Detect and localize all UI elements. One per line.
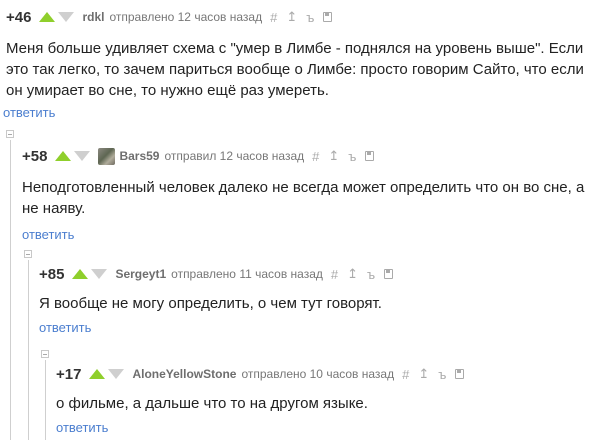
tree-icon[interactable]: ъ bbox=[438, 367, 446, 382]
comment-author[interactable]: rdkl bbox=[82, 10, 104, 24]
tree-icon[interactable]: ъ bbox=[367, 267, 375, 282]
downvote-icon[interactable] bbox=[108, 369, 125, 379]
reply-link[interactable]: ответить bbox=[3, 105, 596, 120]
comment-author[interactable]: Bars59 bbox=[119, 149, 159, 163]
comment-header: +85 Sergeyt1 отправлено 11 часов назад #… bbox=[39, 263, 594, 285]
comment-header: +46 rdkl отправлено 12 часов назад # ↥ ъ bbox=[6, 6, 596, 28]
comment-text: Неподготовленный человек далеко не всегд… bbox=[22, 179, 585, 217]
thread-line bbox=[10, 140, 11, 440]
comment-header: +17 AloneYellowStone отправлено 10 часов… bbox=[56, 363, 596, 385]
pin-icon[interactable]: ↥ bbox=[286, 9, 297, 25]
comment-header: +58 Bars59 отправил 12 часов назад # ↥ ъ bbox=[22, 145, 592, 167]
tree-icon[interactable]: ъ bbox=[306, 10, 314, 25]
downvote-icon[interactable] bbox=[74, 151, 91, 161]
downvote-icon[interactable] bbox=[91, 269, 108, 279]
collapse-icon[interactable] bbox=[41, 350, 49, 358]
comment-rating: +17 bbox=[56, 365, 82, 383]
upvote-icon[interactable] bbox=[39, 12, 56, 22]
upvote-icon[interactable] bbox=[72, 269, 89, 279]
comment-time: отправлено 12 часов назад bbox=[109, 10, 263, 24]
upvote-icon[interactable] bbox=[55, 151, 72, 161]
reply-link[interactable]: ответить bbox=[22, 227, 592, 242]
comment-text: о фильме, а дальше что то на другом язык… bbox=[56, 395, 368, 412]
comment-rating: +58 bbox=[22, 147, 48, 165]
hash-icon[interactable]: # bbox=[331, 267, 338, 282]
comment-rating: +85 bbox=[39, 265, 65, 283]
pin-icon[interactable]: ↥ bbox=[347, 266, 358, 282]
hash-icon[interactable]: # bbox=[312, 149, 319, 164]
comment-time: отправил 12 часов назад bbox=[164, 149, 305, 163]
comment-4: +17 AloneYellowStone отправлено 10 часов… bbox=[56, 363, 596, 435]
pin-icon[interactable]: ↥ bbox=[328, 148, 339, 164]
thread-line bbox=[45, 360, 46, 440]
save-icon[interactable] bbox=[384, 269, 394, 279]
hash-icon[interactable]: # bbox=[402, 367, 409, 382]
collapse-icon[interactable] bbox=[24, 250, 32, 258]
collapse-icon[interactable] bbox=[6, 130, 14, 138]
comment-text: Меня больше удивляет схема с "умер в Лим… bbox=[6, 40, 584, 99]
upvote-icon[interactable] bbox=[89, 369, 106, 379]
pin-icon[interactable]: ↥ bbox=[418, 366, 429, 382]
comment-time: отправлено 10 часов назад bbox=[241, 367, 395, 381]
comment-1: +46 rdkl отправлено 12 часов назад # ↥ ъ… bbox=[3, 6, 596, 121]
comment-2: +58 Bars59 отправил 12 часов назад # ↥ ъ… bbox=[22, 145, 592, 242]
reply-link[interactable]: ответить bbox=[39, 320, 594, 335]
thread-line bbox=[28, 260, 29, 440]
avatar[interactable] bbox=[98, 147, 116, 165]
comment-3: +85 Sergeyt1 отправлено 11 часов назад #… bbox=[39, 263, 594, 335]
comment-author[interactable]: AloneYellowStone bbox=[132, 367, 236, 381]
tree-icon[interactable]: ъ bbox=[348, 149, 356, 164]
reply-link[interactable]: ответить bbox=[56, 420, 596, 435]
save-icon[interactable] bbox=[365, 151, 375, 161]
save-icon[interactable] bbox=[323, 12, 333, 22]
downvote-icon[interactable] bbox=[58, 12, 75, 22]
hash-icon[interactable]: # bbox=[270, 10, 277, 25]
comment-text: Я вообще не могу определить, о чем тут г… bbox=[39, 295, 382, 312]
comment-time: отправлено 11 часов назад bbox=[171, 267, 323, 281]
comment-rating: +46 bbox=[6, 8, 32, 26]
comment-author[interactable]: Sergeyt1 bbox=[115, 267, 166, 281]
save-icon[interactable] bbox=[455, 369, 465, 379]
